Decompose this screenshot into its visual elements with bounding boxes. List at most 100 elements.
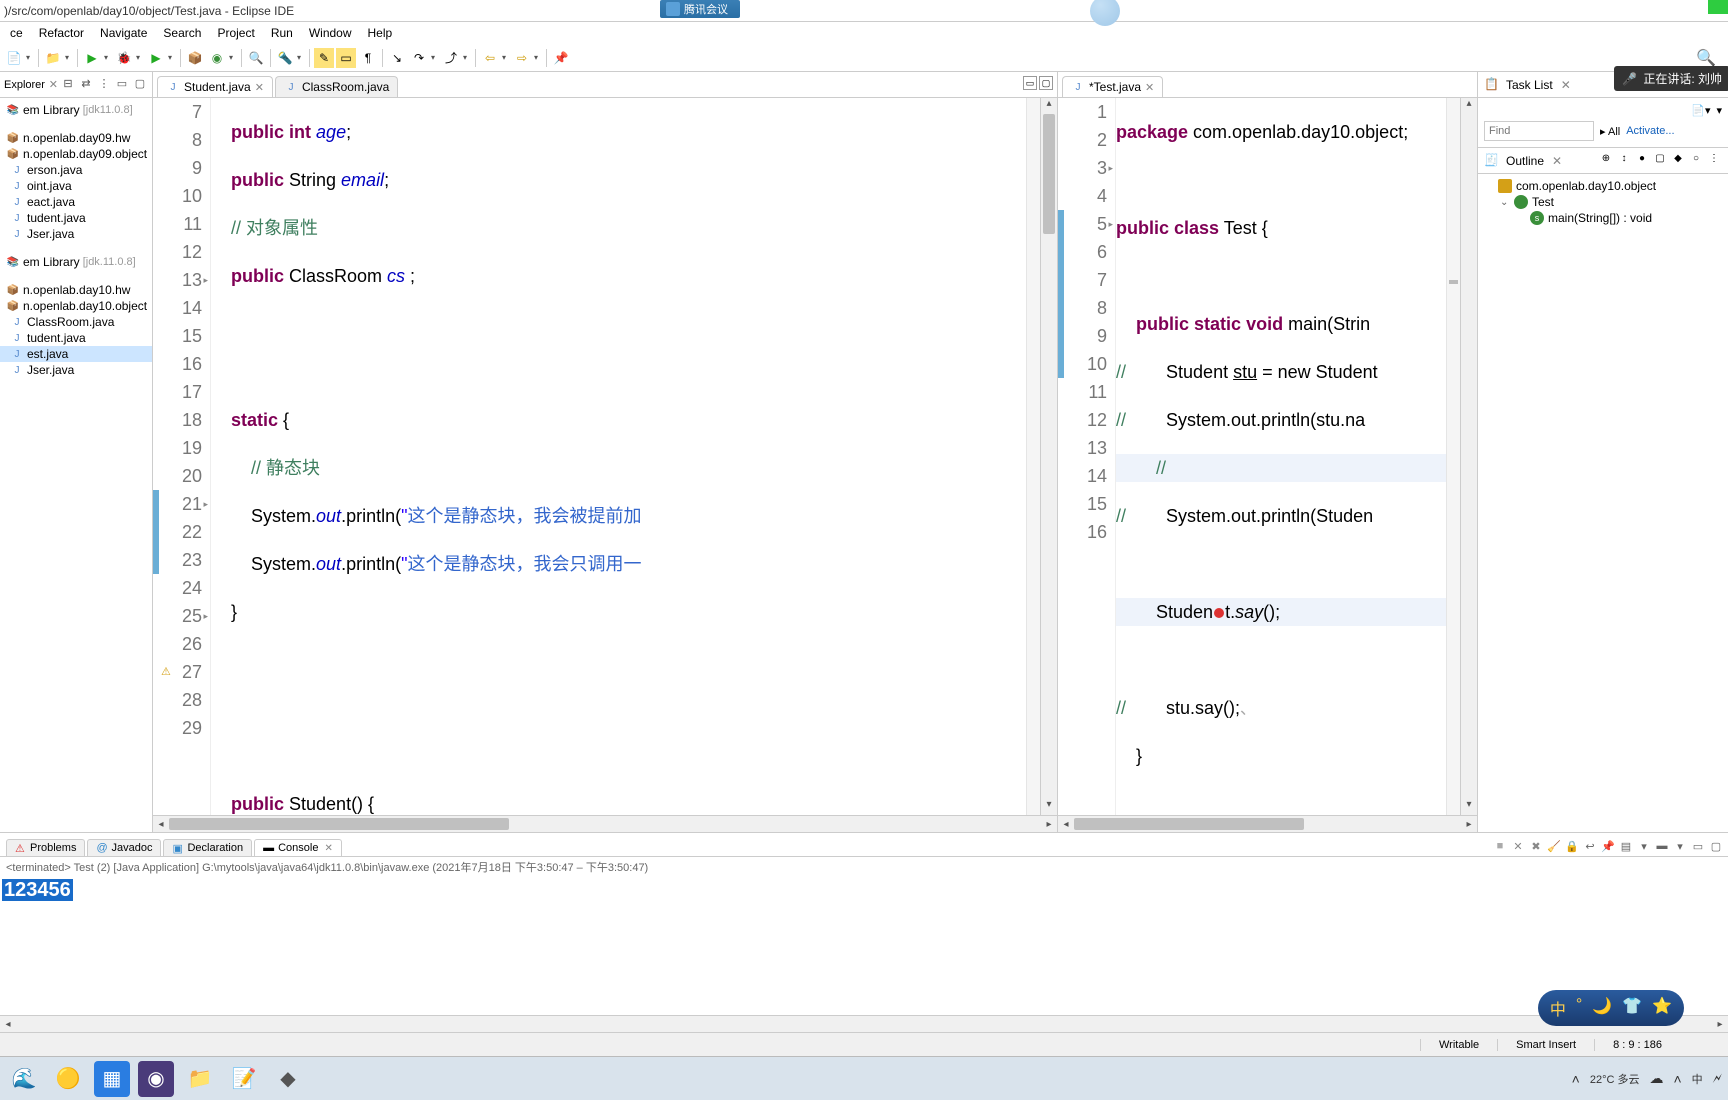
system-tray[interactable]: ˄ 22°C 多云 ☁ ˄ 中 🗲 [1572,1070,1722,1087]
tab-javadoc[interactable]: @Javadoc [87,839,161,856]
taskbar-eclipse[interactable]: ◉ [138,1061,174,1097]
new-button[interactable]: 📄 [4,48,24,68]
close-icon[interactable]: ✕ [324,843,332,854]
shirt-icon[interactable]: 👕 [1622,996,1642,1020]
tray-up-icon[interactable]: ˄ [1572,1071,1580,1087]
quick-access-icon[interactable]: 🔍 [1696,48,1716,68]
hide-static-icon[interactable]: ▢ [1652,153,1668,169]
tree-item[interactable]: JJser.java [0,362,152,378]
floating-toolbar[interactable]: 中 ° 🌙 👕 ⭐ [1538,990,1684,1026]
overview-ruler[interactable] [1446,98,1460,815]
menu-refactor[interactable]: Refactor [31,24,92,42]
menu-source[interactable]: ce [2,24,31,42]
tab-student[interactable]: JStudent.java✕ [157,76,273,97]
run-button[interactable]: ▶ [82,48,102,68]
tab-classroom[interactable]: JClassRoom.java [275,76,398,97]
tree-item-selected[interactable]: Jest.java [0,346,152,362]
sort-icon[interactable]: ↕ [1616,153,1632,169]
word-wrap-icon[interactable]: ↩ [1582,840,1598,856]
horizontal-scrollbar[interactable]: ◂▸ [1058,815,1477,832]
menu-help[interactable]: Help [360,24,401,42]
taskbar-edge[interactable]: 🌊 [6,1061,42,1097]
collapse-all-icon[interactable]: ⊟ [60,77,76,93]
maximize-icon[interactable]: ▢ [1708,840,1724,856]
line-gutter[interactable]: 12345678910111213141516 [1064,98,1116,815]
close-icon[interactable]: ✕ [1561,78,1571,92]
pill-icon[interactable]: ° [1576,996,1582,1020]
taskbar-files[interactable]: ▦ [94,1061,130,1097]
tab-test[interactable]: J*Test.java✕ [1062,76,1163,97]
close-icon[interactable]: ✕ [1552,154,1562,168]
link-editor-icon[interactable]: ⇄ [78,77,94,93]
search-button[interactable]: 🔦 [275,48,295,68]
task-find-input[interactable] [1484,121,1594,141]
taskbar-app[interactable]: ◆ [270,1061,306,1097]
moon-icon[interactable]: 🌙 [1592,996,1612,1020]
window-control[interactable] [1708,0,1728,14]
maximize-icon[interactable]: ▢ [132,77,148,93]
console-scrollbar[interactable]: ◂▸ [0,1015,1728,1032]
tree-item[interactable]: Jeact.java [0,194,152,210]
tray-weather[interactable]: 22°C 多云 [1590,1071,1640,1087]
display-console-icon[interactable]: ▤ [1618,840,1634,856]
outline-method[interactable]: smain(String[]) : void [1484,210,1722,226]
coverage-button[interactable]: ▶ [146,48,166,68]
focus-icon[interactable]: ⊕ [1598,153,1614,169]
tray-ime[interactable]: 中 [1692,1071,1703,1087]
debug-button[interactable]: 🐞 [114,48,134,68]
taskbar-explorer[interactable]: 📁 [182,1061,218,1097]
menu-window[interactable]: Window [301,24,360,42]
hide-fields-icon[interactable]: ● [1634,153,1650,169]
back-button[interactable]: ⇦ [480,48,500,68]
toggle-mark-button[interactable]: ✎ [314,48,334,68]
outline-class[interactable]: ⌄Test [1484,194,1722,210]
code-area[interactable]: public int age; public String email; // … [211,98,1026,815]
tree-item[interactable]: Jerson.java [0,162,152,178]
terminate-icon[interactable]: ■ [1492,840,1508,856]
tree-item[interactable]: JClassRoom.java [0,314,152,330]
step-button[interactable]: ↘ [387,48,407,68]
close-icon[interactable]: ✕ [1145,81,1154,94]
vertical-scrollbar[interactable]: ▴ ▾ [1040,98,1057,815]
meeting-badge[interactable]: 腾讯会议 [660,0,740,18]
remove-launch-icon[interactable]: ✕ [1510,840,1526,856]
tree-item[interactable]: 📦n.openlab.day09.hw [0,130,152,146]
tray-up2-icon[interactable]: ˄ [1673,1071,1681,1087]
view-menu-icon[interactable]: ⋮ [96,77,112,93]
new-package-button[interactable]: 📦 [185,48,205,68]
star-icon[interactable]: ⭐ [1652,996,1672,1020]
hide-nonpublic-icon[interactable]: ◆ [1670,153,1686,169]
tree-item[interactable]: 📚em Library [jdk.11.0.8] [0,254,152,270]
tree-item[interactable]: Jtudent.java [0,210,152,226]
task-new-icon[interactable]: 📄▾ [1691,104,1710,117]
tree-item[interactable]: 📦n.openlab.day10.hw [0,282,152,298]
horizontal-scrollbar[interactable]: ◂▸ [153,815,1057,832]
explorer-tree[interactable]: 📚em Library [jdk11.0.8] 📦n.openlab.day09… [0,98,152,832]
line-gutter[interactable]: 7891011121314151617181920212223242526272… [159,98,211,815]
code-area[interactable]: package com.openlab.day10.object; public… [1116,98,1446,815]
step-over-button[interactable]: ↷ [409,48,429,68]
maximize-editor-icon[interactable]: ▢ [1039,76,1053,90]
toggle-block-button[interactable]: ▭ [336,48,356,68]
tab-problems[interactable]: ⚠Problems [6,839,85,856]
tab-declaration[interactable]: ▣Declaration [163,839,252,856]
minimize-icon[interactable]: ▭ [114,77,130,93]
minimize-editor-icon[interactable]: ▭ [1023,76,1037,90]
ime-icon[interactable]: 中 [1550,996,1566,1020]
scroll-lock-icon[interactable]: 🔒 [1564,840,1580,856]
console-output[interactable]: 123456 [0,877,1728,905]
pin-button[interactable]: 📌 [551,48,571,68]
save-button[interactable]: 📁 [43,48,63,68]
menu-navigate[interactable]: Navigate [92,24,155,42]
tree-item[interactable]: 📚em Library [jdk11.0.8] [0,102,152,118]
clear-console-icon[interactable]: 🧹 [1546,840,1562,856]
tray-battery-icon[interactable]: 🗲 [1713,1070,1722,1087]
outline-tree[interactable]: com.openlab.day10.object ⌄Test smain(Str… [1478,174,1728,230]
view-menu-icon[interactable]: ⋮ [1706,153,1722,169]
close-icon[interactable]: ✕ [255,81,264,94]
tab-console[interactable]: ▬Console✕ [254,839,342,856]
menu-project[interactable]: Project [209,24,262,42]
new-class-button[interactable]: ◉ [207,48,227,68]
minimize-icon[interactable]: ▭ [1690,840,1706,856]
tree-item[interactable]: Jtudent.java [0,330,152,346]
